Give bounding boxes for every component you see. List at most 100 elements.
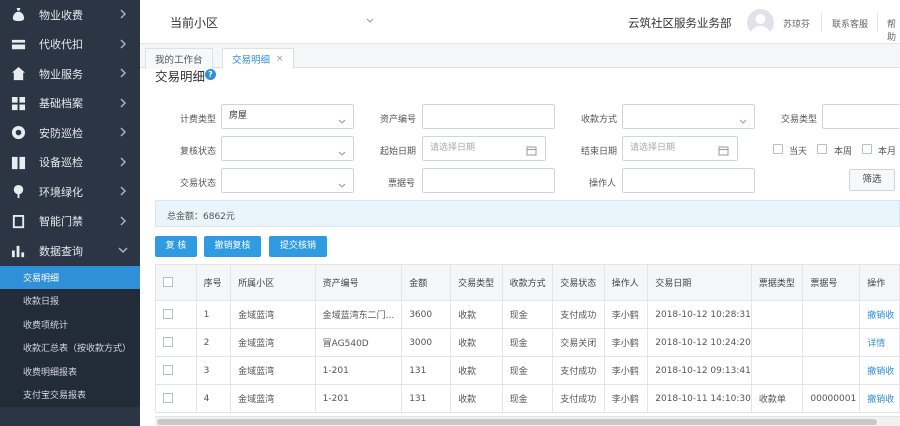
table-cell: 131 xyxy=(401,356,452,385)
column-header: 资产编号 xyxy=(314,264,403,301)
billing-type-label: 计费类型 xyxy=(180,115,217,125)
table-cell: 支付成功 xyxy=(552,384,605,413)
table-cell: 收款 xyxy=(450,356,503,385)
sidebar-item-label: 物业收费 xyxy=(39,8,83,22)
column-header: 序号 xyxy=(195,264,232,301)
today-checkbox[interactable] xyxy=(773,144,783,154)
sidebar-subitem-detail-report[interactable]: 收费明细报表 xyxy=(0,359,140,383)
sidebar-item-collection[interactable]: 代收代扣 xyxy=(0,30,140,60)
sidebar-subitem-alipay[interactable]: 支付宝交易报表 xyxy=(0,383,140,407)
sidebar-item-label: 设备巡检 xyxy=(39,156,83,170)
select-all-cell xyxy=(155,264,197,301)
sidebar-item-greening[interactable]: 环境绿化 xyxy=(0,177,140,207)
receipt-no-input[interactable] xyxy=(422,168,555,193)
sidebar-item-archive[interactable]: 基础档案 xyxy=(0,89,140,119)
asset-no-input[interactable] xyxy=(422,104,555,129)
row-action-link[interactable]: 撤销收 xyxy=(859,384,900,413)
table-cell: 2 xyxy=(195,328,232,357)
tree-icon xyxy=(10,184,26,200)
column-header: 票据类型 xyxy=(750,264,804,301)
sidebar-subitem-fee-stats[interactable]: 收费项统计 xyxy=(0,312,140,336)
user-name[interactable]: 苏琼芬 xyxy=(783,17,810,30)
row-checkbox[interactable] xyxy=(163,337,173,348)
tab-transactions[interactable]: 交易明细 × xyxy=(222,48,294,69)
table-cell: 1 xyxy=(195,300,232,329)
close-icon[interactable]: × xyxy=(276,54,284,64)
sidebar-item-equipment[interactable]: 设备巡检 xyxy=(0,148,140,178)
table-row[interactable]: 3 金域蓝湾 1-201 131 收款 现金 支付成功 李小鹤 2018-10-… xyxy=(155,356,900,385)
table-cell: 2018-10-12 10:28:31 xyxy=(647,300,752,329)
chevron-down-icon xyxy=(338,177,346,188)
table-cell: 现金 xyxy=(501,300,554,329)
help-link[interactable]: 帮助 xyxy=(887,17,900,43)
end-date-input[interactable]: 请选择日期 xyxy=(622,136,738,161)
column-header: 所属小区 xyxy=(230,264,316,301)
chevron-down-icon[interactable] xyxy=(366,17,374,25)
horizontal-scrollbar[interactable] xyxy=(155,416,900,426)
row-checkbox[interactable] xyxy=(163,393,173,404)
chevron-right-icon xyxy=(118,38,128,49)
community-selector[interactable]: 当前小区 xyxy=(170,14,218,31)
table-cell: 金域蓝湾 xyxy=(230,300,316,329)
table-row[interactable]: 4 金域蓝湾 1-201 131 收款 现金 支付成功 李小鹤 2018-10-… xyxy=(155,384,900,413)
sidebar-item-billing[interactable]: 物业收费 xyxy=(0,0,140,30)
select-all-checkbox[interactable] xyxy=(163,277,173,288)
avatar[interactable] xyxy=(747,9,774,36)
table-cell: 冒AG540D xyxy=(314,328,403,357)
table-row[interactable]: 1 金域蓝湾 金域蓝湾东二门... 3600 收款 现金 支付成功 李小鹤 20… xyxy=(155,300,900,329)
trade-type-select[interactable] xyxy=(822,104,900,129)
tab-label: 我的工作台 xyxy=(155,55,203,66)
table-cell xyxy=(802,356,861,385)
today-label: 当天 xyxy=(789,147,808,157)
undo-review-button[interactable]: 撤销复核 xyxy=(204,236,261,257)
billing-type-select[interactable]: 房屋 xyxy=(221,104,354,129)
review-button[interactable]: 复 核 xyxy=(155,236,197,257)
contact-service-link[interactable]: 联系客服 xyxy=(832,17,868,30)
chevron-down-icon xyxy=(739,113,747,124)
sidebar-item-label: 数据查询 xyxy=(39,244,83,258)
payment-method-select[interactable] xyxy=(622,104,755,129)
chevron-right-icon xyxy=(118,68,128,78)
row-action-link[interactable]: 详情 xyxy=(859,328,900,357)
sidebar-subitem-summary[interactable]: 收款汇总表（按收款方式） xyxy=(0,336,140,360)
row-checkbox[interactable] xyxy=(163,365,173,376)
row-checkbox[interactable] xyxy=(163,309,173,320)
table-cell: 3600 xyxy=(401,300,452,329)
target-icon xyxy=(10,125,26,141)
chevron-right-icon xyxy=(118,186,128,196)
row-action-link[interactable]: 撤销收 xyxy=(859,300,900,329)
sidebar-subitem-daily[interactable]: 收款日报 xyxy=(0,289,140,313)
sidebar-item-service[interactable]: 物业服务 xyxy=(0,59,140,89)
sidebar-item-label: 安防巡检 xyxy=(39,126,83,140)
trade-status-label: 交易状态 xyxy=(180,179,217,189)
review-status-label: 复核状态 xyxy=(180,147,217,157)
payment-method-label: 收款方式 xyxy=(581,115,618,125)
help-icon[interactable]: ? xyxy=(205,69,216,80)
table-cell xyxy=(802,300,861,329)
filter-button[interactable]: 筛选 xyxy=(849,169,895,191)
table-cell: 收款 xyxy=(450,300,503,329)
row-action-link[interactable]: 撤销收 xyxy=(859,356,900,385)
sidebar-item-access[interactable]: 智能门禁 xyxy=(0,207,140,237)
review-status-select[interactable] xyxy=(221,136,354,161)
sidebar-item-label: 环境绿化 xyxy=(39,185,83,199)
tab-bar: 我的工作台 交易明细 × xyxy=(140,44,900,69)
this-week-checkbox[interactable] xyxy=(817,144,827,154)
submit-writeoff-button[interactable]: 提交核销 xyxy=(269,236,327,257)
this-month-label: 本月 xyxy=(878,147,897,157)
start-date-input[interactable]: 请选择日期 xyxy=(422,136,546,161)
scrollbar-thumb[interactable] xyxy=(157,419,877,425)
sidebar-item-query[interactable]: 数据查询 xyxy=(0,236,140,266)
sidebar-subitem-transactions[interactable]: 交易明细 xyxy=(0,265,140,289)
table-cell: 支付成功 xyxy=(552,356,605,385)
operator-input[interactable] xyxy=(622,168,755,193)
sidebar-item-security[interactable]: 安防巡检 xyxy=(0,118,140,148)
this-month-checkbox[interactable] xyxy=(862,144,872,154)
trade-status-select[interactable] xyxy=(221,168,354,193)
column-header: 交易状态 xyxy=(552,264,605,301)
trade-type-label: 交易类型 xyxy=(781,115,818,125)
table-row[interactable]: 2 金域蓝湾 冒AG540D 3000 收款 现金 交易关闭 李小鹤 2018-… xyxy=(155,328,900,357)
start-date-label: 起始日期 xyxy=(380,147,417,157)
column-header: 金额 xyxy=(401,264,452,301)
table-cell: 李小鹤 xyxy=(603,384,649,413)
